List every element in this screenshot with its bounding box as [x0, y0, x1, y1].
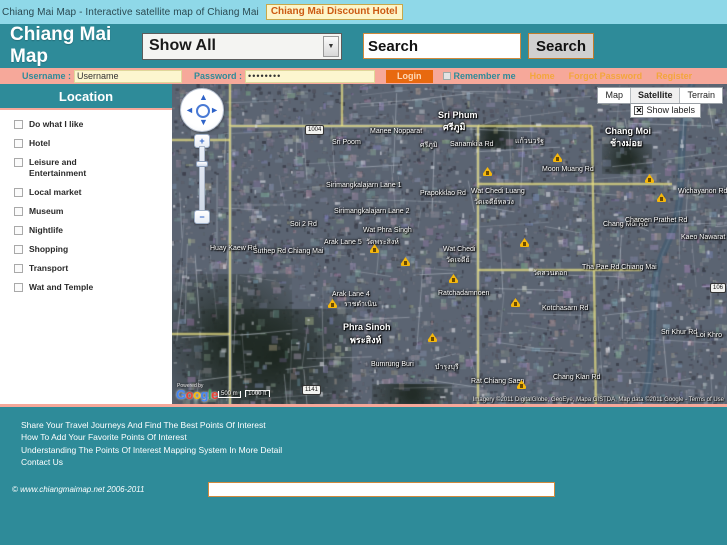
sidebar-title: Location	[0, 84, 172, 110]
promo-badge[interactable]: Chiang Mai Discount Hotel	[265, 4, 403, 20]
road-shield-icon: 106	[710, 283, 727, 293]
location-filter-label: Shopping	[29, 244, 69, 254]
zoom-out-button[interactable]: −	[194, 210, 210, 224]
nav-link-forgot-password[interactable]: Forgot Password	[569, 71, 643, 81]
zoom-handle[interactable]	[196, 161, 208, 167]
location-filter-label: Leisure and Entertainment	[29, 157, 87, 178]
checkbox-checked-icon[interactable]: ✕	[634, 105, 644, 115]
document-title: Chiang Mai Map - Interactive satellite m…	[2, 6, 259, 18]
checkbox-icon[interactable]	[14, 139, 23, 148]
location-filter-item[interactable]: Leisure and Entertainment	[0, 157, 172, 179]
nav-link-home[interactable]: Home	[530, 71, 555, 81]
zoom-rail[interactable]	[199, 146, 205, 212]
footer-link[interactable]: Contact Us	[21, 456, 727, 468]
location-filter-item[interactable]: Do what I like	[0, 119, 172, 130]
site-logo-text[interactable]: Chiang Mai Map	[10, 24, 142, 68]
search-input[interactable]	[363, 33, 521, 59]
location-filter-label: Do what I like	[29, 119, 84, 129]
footer-link[interactable]: Understanding The Points Of Interest Map…	[21, 444, 727, 456]
checkbox-icon[interactable]	[14, 264, 23, 273]
checkbox-icon[interactable]	[14, 283, 23, 292]
location-filter-item[interactable]: Museum	[0, 206, 172, 217]
checkbox-icon[interactable]	[14, 188, 23, 197]
footer-bottom-row: © www.chiangmaimap.net 2006-2011	[0, 482, 727, 498]
search-button[interactable]: Search	[528, 33, 595, 59]
location-filter-label: Museum	[29, 206, 64, 216]
site-header: Chiang Mai Map Show All ▼ Search	[0, 24, 727, 68]
checkbox-icon[interactable]	[14, 207, 23, 216]
satellite-imagery[interactable]	[172, 84, 727, 404]
newsletter-input[interactable]	[208, 482, 555, 498]
location-filter-label: Transport	[29, 263, 69, 273]
category-filter-select[interactable]: Show All ▼	[142, 32, 342, 60]
map-type-control[interactable]: Map Satellite Terrain	[597, 87, 723, 104]
location-filter-label: Nightlife	[29, 225, 63, 235]
google-logo-letter: e	[211, 387, 218, 402]
road-shield-icon: 1004	[305, 125, 325, 135]
road-shield-icon: 1141	[302, 385, 321, 395]
location-sidebar: Location Do what I like Hotel Leisure and …	[0, 84, 172, 404]
checkbox-icon[interactable]	[14, 226, 23, 235]
footer-link[interactable]: How To Add Your Favorite Points Of Inter…	[21, 431, 727, 443]
location-filter-label: Local market	[29, 187, 82, 197]
username-input[interactable]	[74, 69, 183, 83]
location-filter-label: Hotel	[29, 138, 51, 148]
google-logo-letter: G	[176, 387, 186, 402]
site-footer: Share Your Travel Journeys And Find The …	[0, 404, 727, 545]
pan-up-icon[interactable]: ▲	[199, 93, 208, 102]
scale-imperial: 1000 ft	[245, 390, 270, 397]
pan-center-icon[interactable]	[196, 104, 210, 118]
google-logo-letter: o	[185, 387, 194, 402]
location-filter-list: Do what I like Hotel Leisure and Entertain…	[0, 110, 172, 293]
pan-right-icon[interactable]: ►	[210, 106, 219, 115]
map-type-map-button[interactable]: Map	[598, 88, 631, 103]
pan-left-icon[interactable]: ◄	[185, 106, 194, 115]
location-filter-item[interactable]: Nightlife	[0, 225, 172, 236]
map-type-satellite-button[interactable]: Satellite	[630, 88, 681, 103]
checkbox-icon[interactable]	[14, 158, 23, 167]
username-label: Username :	[22, 71, 72, 81]
login-bar: Username : Password : Login Remember me …	[0, 68, 727, 84]
checkbox-icon[interactable]	[14, 120, 23, 129]
page-title-bar: Chiang Mai Map - Interactive satellite m…	[0, 0, 727, 24]
pan-down-icon[interactable]: ▼	[199, 118, 208, 127]
google-logo-letter: o	[193, 387, 201, 402]
map-container[interactable]: Map Satellite Terrain ✕ Show labels ▲ ▼ ◄ …	[172, 84, 727, 404]
remember-me-checkbox[interactable]	[442, 72, 451, 80]
scale-metric: 500 m	[218, 391, 241, 398]
login-button[interactable]: Login	[386, 69, 433, 83]
google-logo[interactable]: Google	[176, 387, 218, 402]
category-filter-value: Show All	[149, 37, 216, 54]
show-labels-label: Show labels	[646, 105, 695, 115]
location-filter-item[interactable]: Shopping	[0, 244, 172, 255]
footer-link-list: Share Your Travel Journeys And Find The …	[0, 407, 727, 468]
search-group: Search	[363, 33, 595, 59]
location-filter-item[interactable]: Local market	[0, 187, 172, 198]
password-input[interactable]	[245, 69, 376, 83]
location-filter-item[interactable]: Hotel	[0, 138, 172, 149]
password-label: Password :	[194, 71, 243, 81]
google-logo-letter: g	[200, 387, 209, 402]
remember-me-label: Remember me	[453, 71, 516, 81]
footer-link[interactable]: Share Your Travel Journeys And Find The …	[21, 419, 727, 431]
copyright-text: © www.chiangmaimap.net 2006-2011	[12, 485, 145, 495]
location-filter-item[interactable]: Wat and Temple	[0, 282, 172, 293]
map-type-terrain-button[interactable]: Terrain	[680, 88, 722, 103]
location-filter-label: Wat and Temple	[29, 282, 94, 292]
map-pan-control[interactable]: ▲ ▼ ◄ ►	[180, 88, 224, 132]
location-filter-item[interactable]: Transport	[0, 263, 172, 274]
checkbox-icon[interactable]	[14, 245, 23, 254]
nav-link-register[interactable]: Register	[656, 71, 692, 81]
map-attribution: Imagery ©2011 DigitalGlobe, GeoEye, Mapa…	[472, 397, 724, 403]
show-labels-toggle[interactable]: ✕ Show labels	[630, 103, 701, 118]
map-zoom-slider[interactable]: + −	[193, 134, 211, 224]
map-scale-bar: 500 m 1000 ft	[218, 382, 270, 400]
chevron-down-icon[interactable]: ▼	[323, 35, 339, 57]
